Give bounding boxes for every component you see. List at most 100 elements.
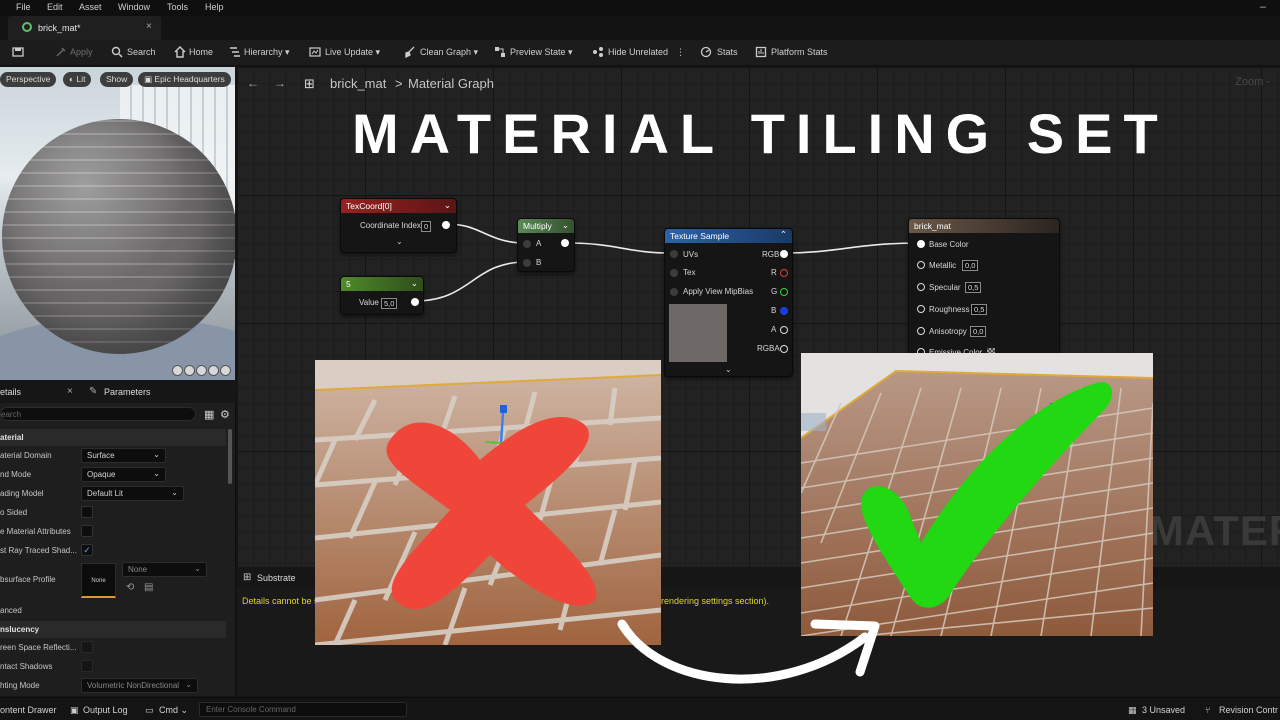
material-preview-viewport[interactable]: Perspective ◐ Lit Show ▣ Epic Headquarte… — [0, 67, 235, 380]
preview-shape-icons[interactable] — [172, 365, 232, 378]
apply-button[interactable]: Apply — [70, 47, 93, 57]
node-texcoord[interactable]: TexCoord[0] ⌄ Coordinate Index 0 ⌄ — [340, 198, 457, 253]
more-options-icon[interactable]: ⋮ — [676, 47, 685, 58]
node-texture-sample[interactable]: Texture Sample ⌃ UVs Tex Apply View MipBi… — [664, 228, 793, 377]
details-scrollbar[interactable] — [228, 429, 232, 484]
contact-shadows-checkbox[interactable] — [81, 660, 93, 672]
home-button[interactable]: Home — [189, 47, 213, 57]
parameters-icon: ✎ — [89, 386, 98, 397]
lighting-mode-dropdown[interactable]: Volumetric NonDirectional ⌄ — [81, 678, 198, 693]
r-output-pin[interactable] — [780, 269, 788, 277]
stats-button[interactable]: Stats — [717, 47, 738, 57]
section-material[interactable]: aterial — [0, 429, 226, 446]
section-translucency[interactable]: nslucency — [0, 621, 226, 638]
metallic-field[interactable]: 0,0 — [962, 260, 979, 271]
lit-button[interactable]: ◐ Lit — [63, 72, 92, 87]
clean-graph-button[interactable]: Clean Graph ▾ — [420, 47, 478, 58]
two-sided-checkbox[interactable] — [81, 506, 93, 518]
show-button[interactable]: Show — [100, 72, 134, 87]
row-blend-mode: nd Mode Opaque ⌄ — [0, 466, 226, 485]
revision-control-button[interactable]: Revision Contr — [1219, 705, 1278, 715]
menu-file[interactable]: File — [16, 2, 31, 12]
tab-parameters[interactable]: Parameters — [104, 387, 151, 397]
b-output-pin[interactable] — [780, 307, 788, 315]
texcoord-output-pin[interactable] — [442, 221, 450, 229]
a-output-pin[interactable] — [780, 326, 788, 334]
browse-folder-icon[interactable]: ▤ — [144, 582, 153, 593]
console-input[interactable]: Enter Console Command — [199, 702, 407, 717]
rgba-output-pin[interactable] — [780, 345, 788, 353]
details-search-input[interactable]: earch — [0, 407, 196, 421]
constant-value-field[interactable]: 5,0 — [381, 298, 398, 309]
roughness-pin[interactable] — [917, 305, 925, 313]
cube-icon[interactable] — [208, 365, 219, 376]
row-use-material-attributes: e Material Attributes — [0, 523, 226, 542]
teapot-icon[interactable] — [220, 365, 231, 376]
live-update-button[interactable]: Live Update ▾ — [325, 47, 380, 58]
save-icon[interactable] — [12, 46, 24, 58]
menu-window[interactable]: Window — [118, 2, 150, 12]
shading-model-dropdown[interactable]: Default Lit ⌄ — [81, 486, 184, 501]
use-material-attributes-checkbox[interactable] — [81, 525, 93, 537]
perspective-button[interactable]: Perspective — [0, 72, 57, 87]
cast-shadows-checkbox[interactable]: ✓ — [81, 544, 93, 556]
search-icon — [111, 46, 123, 58]
blend-mode-dropdown[interactable]: Opaque ⌄ — [81, 467, 166, 482]
tab-brick-mat[interactable]: brick_mat* × — [8, 16, 161, 40]
constant-output-pin[interactable] — [411, 298, 419, 306]
minimize-icon[interactable]: – — [1260, 1, 1266, 13]
tab-details[interactable]: etails — [0, 387, 21, 397]
output-log-button[interactable]: Output Log — [83, 705, 128, 715]
uvs-pin[interactable] — [670, 250, 678, 258]
table-view-icon[interactable]: ▦ — [204, 408, 214, 421]
hierarchy-button[interactable]: Hierarchy ▾ — [244, 47, 290, 58]
rgb-output-pin[interactable] — [780, 250, 788, 258]
node-multiply[interactable]: Multiply ⌄ A B — [517, 218, 575, 272]
plane-icon[interactable] — [196, 365, 207, 376]
subsurface-dropdown[interactable]: None ⌄ — [122, 562, 207, 577]
specular-field[interactable]: 0,5 — [965, 282, 982, 293]
menu-bar: File Edit Asset Window Tools Help – — [0, 0, 1280, 16]
content-drawer-button[interactable]: ontent Drawer — [0, 705, 57, 715]
wrong-tiling-screenshot — [315, 360, 661, 645]
menu-tools[interactable]: Tools — [167, 2, 188, 12]
texture-expand-icon[interactable]: ⌄ — [725, 365, 732, 374]
preview-state-button[interactable]: Preview State ▾ — [510, 47, 573, 58]
mipbias-pin[interactable] — [670, 288, 678, 296]
row-advanced[interactable]: anced — [0, 602, 226, 621]
g-output-pin[interactable] — [780, 288, 788, 296]
node-constant[interactable]: 5 ⌄ Value 5,0 — [340, 276, 424, 315]
cmd-dropdown[interactable]: Cmd ⌄ — [159, 705, 188, 716]
expand-chevron-icon[interactable]: ⌄ — [396, 237, 403, 246]
tex-pin[interactable] — [670, 269, 678, 277]
hide-unrelated-button[interactable]: Hide Unrelated — [608, 47, 668, 57]
location-button[interactable]: ▣ Epic Headquarters — [138, 72, 231, 87]
close-details-icon[interactable]: × — [67, 386, 73, 397]
settings-gear-icon[interactable]: ⚙ — [220, 408, 230, 421]
sphere-icon[interactable] — [184, 365, 195, 376]
substrate-title[interactable]: Substrate — [257, 573, 296, 583]
ssr-checkbox[interactable] — [81, 641, 93, 653]
search-button[interactable]: Search — [127, 47, 156, 57]
metallic-pin[interactable] — [917, 261, 925, 269]
roughness-field[interactable]: 0,5 — [971, 304, 988, 315]
coordinate-index-field[interactable]: 0 — [421, 221, 432, 232]
multiply-pin-a[interactable] — [523, 240, 531, 248]
menu-help[interactable]: Help — [205, 2, 224, 12]
material-domain-dropdown[interactable]: Surface ⌄ — [81, 448, 166, 463]
node-result-brick-mat[interactable]: brick_mat Base Color Metallic 0,0 Specul… — [908, 218, 1060, 358]
base-color-pin[interactable] — [917, 240, 925, 248]
close-tab-icon[interactable]: × — [146, 21, 152, 32]
anisotropy-pin[interactable] — [917, 327, 925, 335]
menu-edit[interactable]: Edit — [47, 2, 63, 12]
multiply-output-pin[interactable] — [561, 239, 569, 247]
menu-asset[interactable]: Asset — [79, 2, 102, 12]
cylinder-icon[interactable] — [172, 365, 183, 376]
specular-pin[interactable] — [917, 283, 925, 291]
unsaved-button[interactable]: 3 Unsaved — [1142, 705, 1185, 715]
subsurface-thumbnail[interactable]: None — [81, 563, 116, 598]
anisotropy-field[interactable]: 0,0 — [970, 326, 987, 337]
reset-arrow-icon[interactable]: ⟲ — [126, 582, 134, 593]
multiply-pin-b[interactable] — [523, 259, 531, 267]
platform-stats-button[interactable]: Platform Stats — [771, 47, 828, 57]
